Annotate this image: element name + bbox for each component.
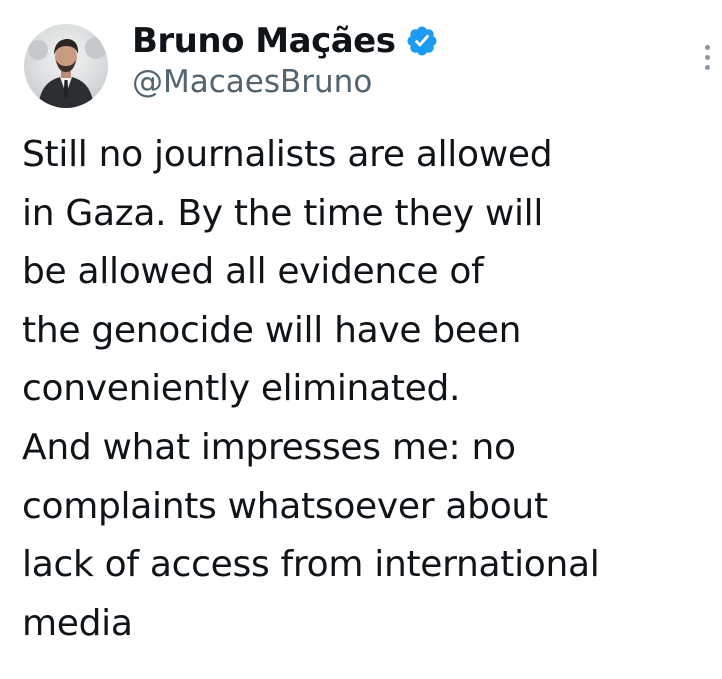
- author-handle[interactable]: @MacaesBruno: [132, 64, 372, 100]
- dot-icon: [704, 64, 710, 70]
- tweet-text-line: And what impresses me: no: [22, 426, 516, 468]
- tweet-text-line: the genocide will have been: [22, 309, 522, 351]
- tweet-text-line: be allowed all evidence of: [22, 251, 484, 293]
- author-name-row: Bruno Maçães: [132, 18, 439, 64]
- dot-icon: [704, 44, 710, 50]
- author-display-name[interactable]: Bruno Maçães: [132, 21, 396, 61]
- tweet-text-line: conveniently eliminated.: [22, 368, 461, 410]
- tweet-text-line: Still no journalists are allowed: [22, 134, 553, 175]
- dot-icon: [704, 54, 710, 60]
- tweet-text-line: lack of access from international: [22, 544, 600, 586]
- tweet-text-line: in Gaza. By the time they will: [22, 192, 544, 234]
- tweet-text-line: media: [22, 602, 133, 644]
- author-avatar[interactable]: [24, 24, 108, 108]
- tweet-card: Bruno Maçães @MacaesBruno Still no journ…: [0, 0, 722, 679]
- tweet-text-line: complaints whatsoever about: [22, 485, 548, 527]
- verified-badge-icon: [407, 26, 437, 56]
- avatar-photo: [28, 37, 107, 108]
- more-vertical-icon[interactable]: [696, 40, 718, 74]
- tweet-text: Still no journalists are allowed in Gaza…: [22, 126, 712, 653]
